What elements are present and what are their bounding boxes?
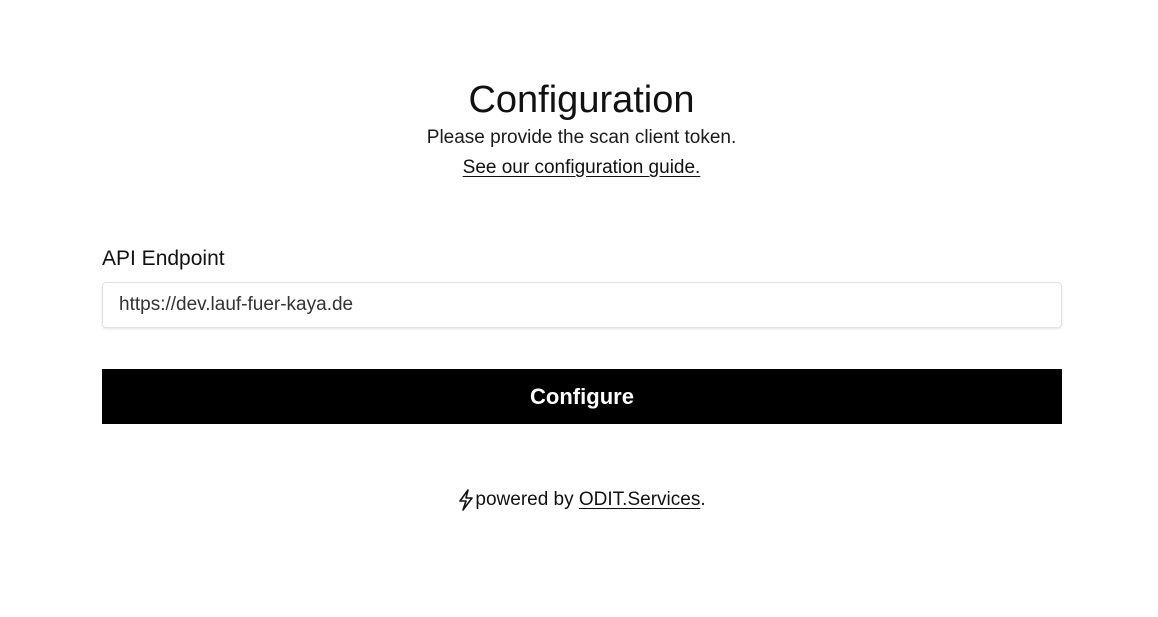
configure-button[interactable]: Configure bbox=[102, 369, 1062, 424]
page-subtitle: Please provide the scan client token. bbox=[426, 127, 737, 148]
powered-by-text: powered by bbox=[475, 489, 579, 510]
footer-period: . bbox=[700, 489, 706, 510]
configuration-guide-link[interactable]: See our configuration guide. bbox=[463, 154, 701, 182]
odit-services-link[interactable]: ODIT.Services bbox=[579, 489, 700, 510]
page-header: Configuration Please provide the scan cl… bbox=[0, 76, 1158, 182]
powered-by-footer: powered by ODIT.Services. bbox=[0, 486, 1158, 514]
configuration-page: Configuration Please provide the scan cl… bbox=[0, 0, 1158, 617]
api-endpoint-input[interactable] bbox=[102, 282, 1062, 328]
lightning-bolt-icon bbox=[459, 489, 474, 511]
api-endpoint-label: API Endpoint bbox=[102, 247, 225, 270]
page-title: Configuration bbox=[468, 79, 695, 121]
